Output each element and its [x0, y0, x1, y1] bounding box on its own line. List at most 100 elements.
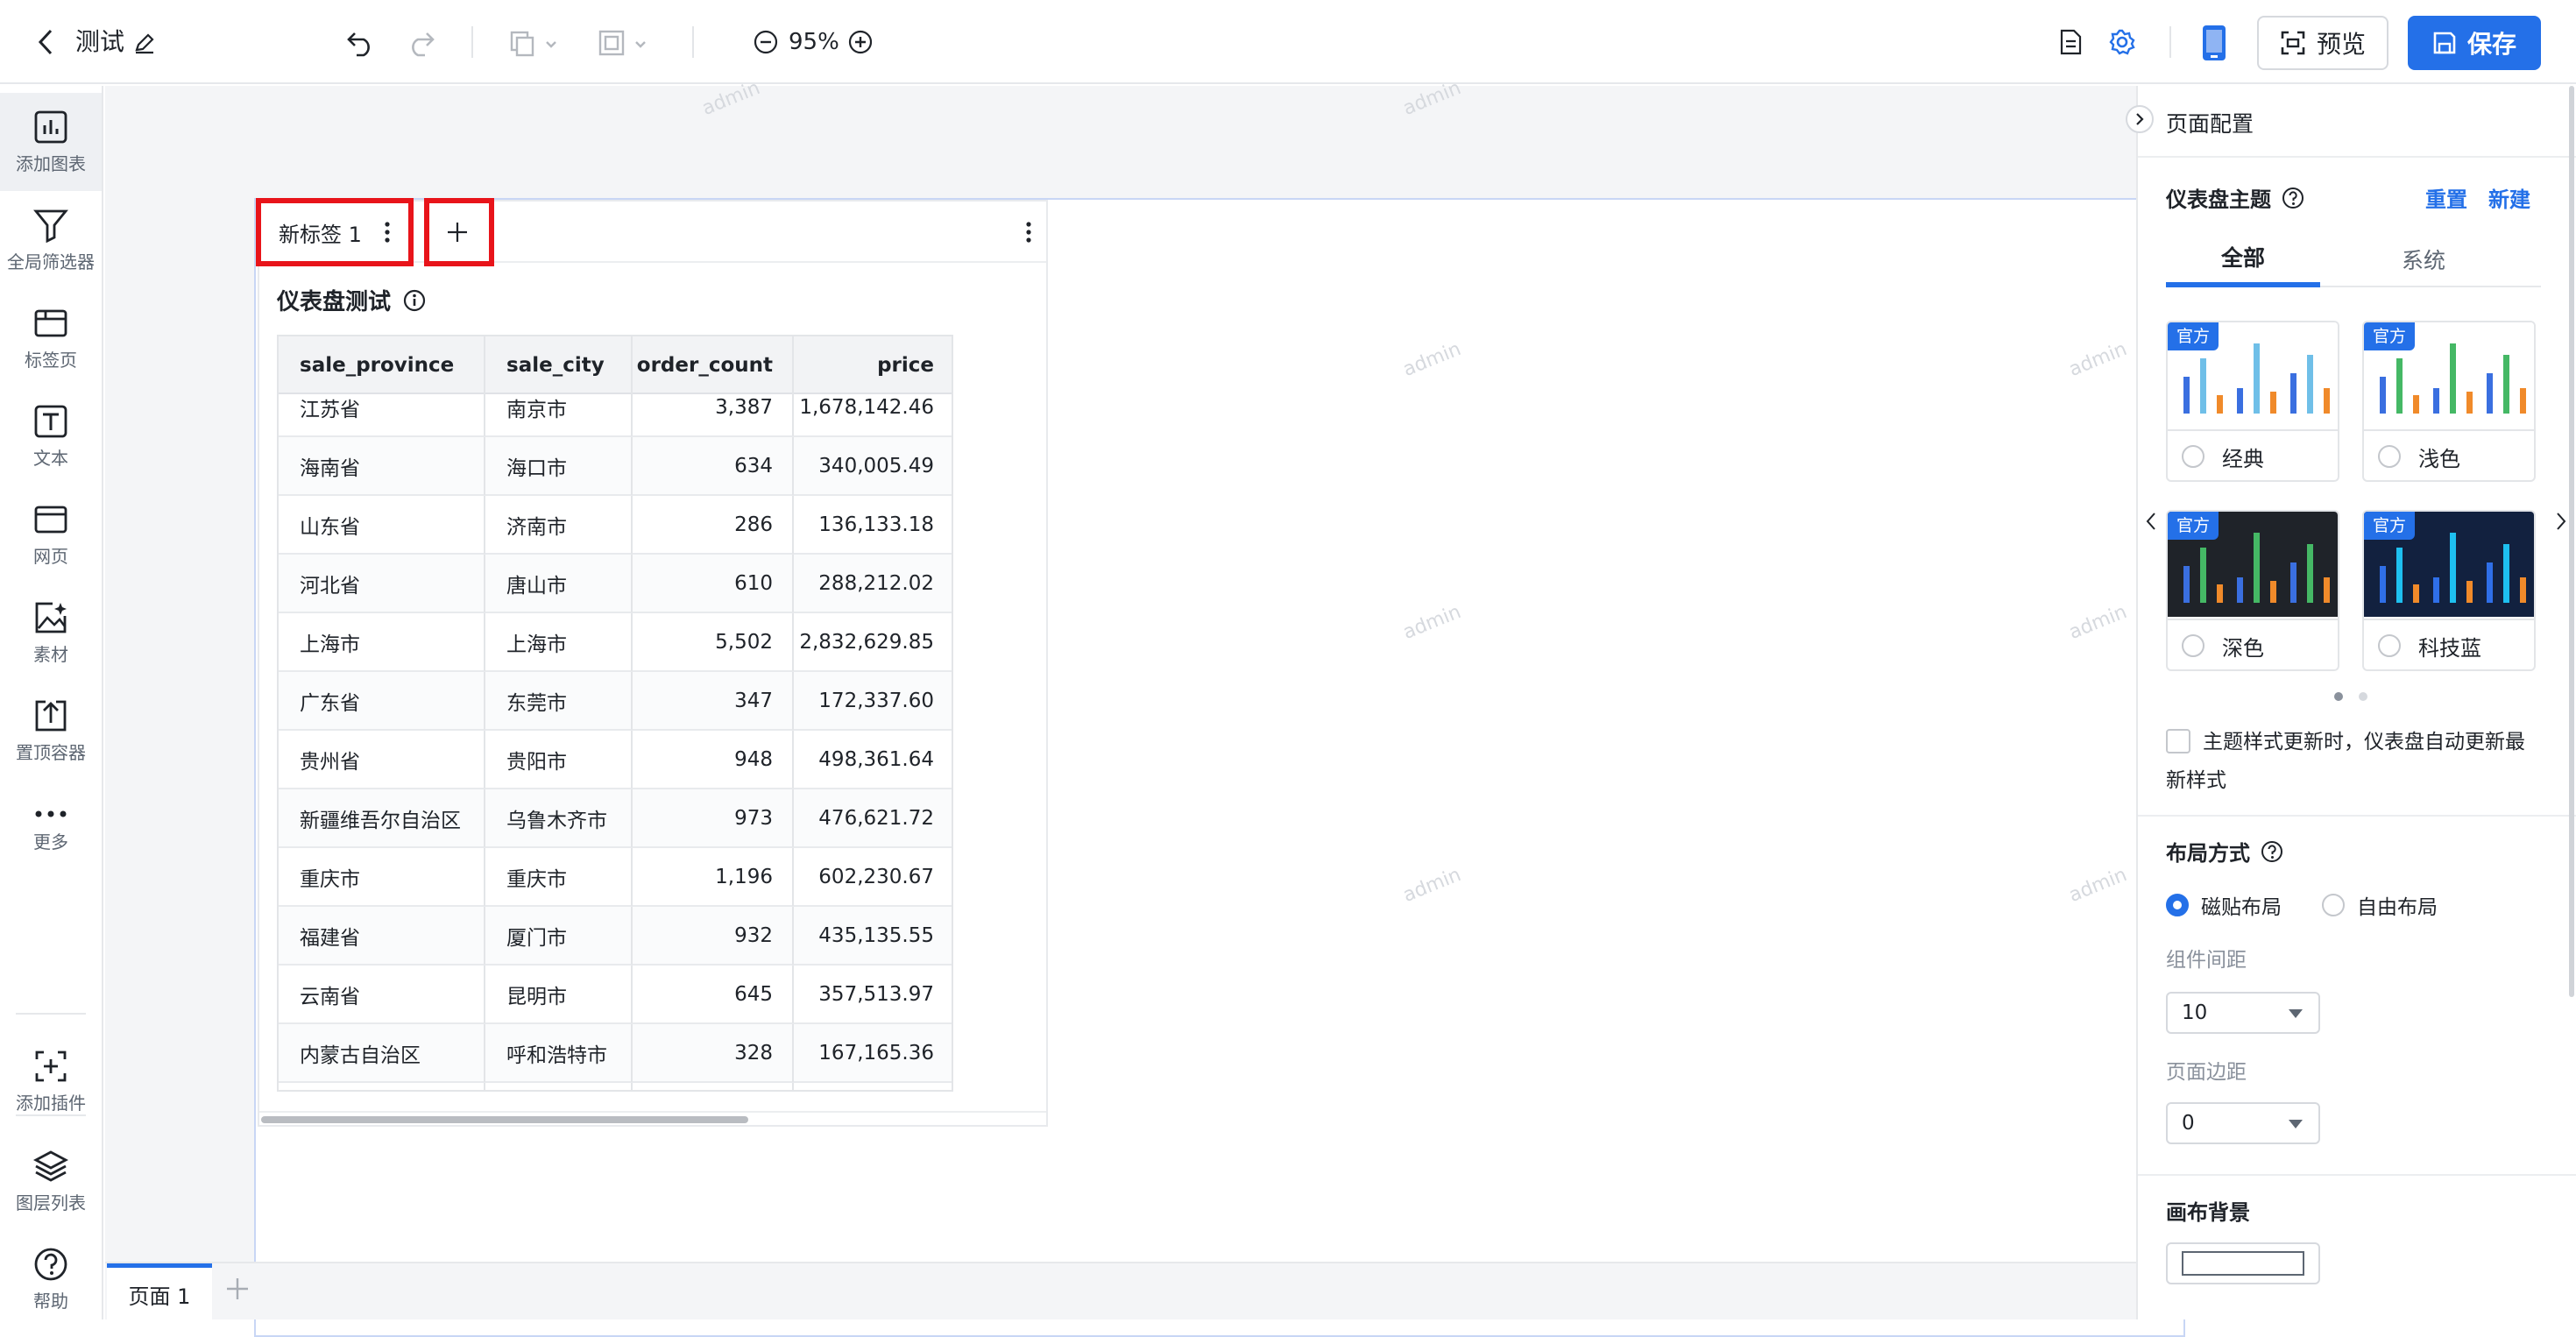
layout-option-tile[interactable]: 磁贴布局: [2166, 890, 2282, 920]
reset-theme-link[interactable]: 重置: [2425, 182, 2467, 213]
table-row[interactable]: 云南省 昆明市 645 357,513.97: [279, 966, 952, 1024]
table-cell: 上海市: [279, 613, 485, 671]
widget-more-icon[interactable]: [1025, 221, 1032, 244]
table-cell: 江苏省: [279, 378, 485, 436]
top-toolbar: 测试 95% 预览 保存: [0, 0, 2576, 84]
left-sidebar: 添加图表 全局筛选器 标签页 文本 网页 素材 置顶容器 更多 添加插件 图层列…: [0, 86, 103, 1319]
theme-card[interactable]: 官方 浅色: [2362, 321, 2536, 482]
theme-footer: 经典: [2168, 429, 2338, 480]
panel-scrollbar[interactable]: [2569, 86, 2574, 997]
undo-icon[interactable]: [343, 26, 379, 61]
redo-icon[interactable]: [403, 26, 438, 61]
sidebar-item-global-filter[interactable]: 全局筛选器: [0, 191, 102, 289]
theme-card[interactable]: 官方 科技蓝: [2362, 510, 2536, 671]
theme-radio[interactable]: [2378, 445, 2401, 468]
table-row[interactable]: 海南省 海口市 634 340,005.49: [279, 437, 952, 496]
theme-preview-bar: [2396, 358, 2403, 414]
auto-update-text: 主题样式更新时，仪表盘自动更新最: [2203, 731, 2525, 753]
tab-container-widget[interactable]: 新标签 1 仪表盘测试 sale_province sale_city orde…: [256, 198, 1048, 1127]
carousel-prev-icon[interactable]: [2145, 512, 2157, 531]
tab-all[interactable]: 全部: [2166, 231, 2320, 287]
dashboard-canvas[interactable]: admin admin admin admin admin admin admi…: [105, 77, 2219, 1337]
table-row[interactable]: 重庆市 重庆市 1,196 602,230.67: [279, 848, 952, 907]
table-row[interactable]: 新疆维吾尔自治区 乌鲁木齐市 973 476,621.72: [279, 789, 952, 848]
layout-option-free[interactable]: 自由布局: [2322, 890, 2438, 920]
theme-preview-bar: [2380, 566, 2386, 603]
carousel-next-icon[interactable]: [2555, 512, 2567, 531]
table-row[interactable]: 内蒙古自治区 呼和浩特市 328 167,165.36: [279, 1024, 952, 1083]
carousel-dot[interactable]: [2359, 692, 2367, 701]
edit-pencil-icon[interactable]: [131, 30, 158, 56]
official-badge: 官方: [2364, 322, 2416, 350]
zoom-out-icon[interactable]: [752, 28, 780, 56]
chart-icon: [34, 110, 67, 143]
table-row[interactable]: 河北省 唐山市 610 288,212.02: [279, 555, 952, 613]
sidebar-item-webpage[interactable]: 网页: [0, 485, 102, 584]
document-info-icon[interactable]: [2056, 26, 2087, 58]
info-icon[interactable]: [403, 289, 426, 312]
theme-card[interactable]: 官方 经典: [2166, 321, 2339, 482]
theme-radio[interactable]: [2378, 634, 2401, 657]
table-row[interactable]: 福建省 厦门市 932 435,135.55: [279, 907, 952, 966]
sidebar-item-layers[interactable]: 图层列表: [0, 1132, 102, 1230]
layers-icon: [33, 1150, 68, 1182]
table-row[interactable]: 广东省 东莞市 347 172,337.60: [279, 672, 952, 731]
carousel-dot-active[interactable]: [2334, 692, 2343, 701]
save-label: 保存: [2466, 30, 2516, 59]
dashboard-title[interactable]: 测试: [75, 25, 124, 60]
panel-divider: [2138, 156, 2576, 158]
table-row[interactable]: 江苏省 南京市 3,387 1,678,142.46: [279, 378, 952, 437]
plugin-icon: [35, 1050, 67, 1081]
add-page-icon[interactable]: [224, 1276, 251, 1302]
theme-preview-bar: [2237, 388, 2243, 414]
zoom-in-icon[interactable]: [846, 28, 874, 56]
background-color-picker[interactable]: [2166, 1242, 2320, 1284]
theme-preview-bar: [2270, 581, 2276, 603]
theme-radio[interactable]: [2182, 445, 2204, 468]
back-arrow-icon[interactable]: [30, 26, 61, 58]
save-button[interactable]: 保存: [2408, 16, 2541, 70]
preview-button[interactable]: 预览: [2257, 16, 2388, 70]
table-cell: 948: [633, 731, 794, 789]
margin-select[interactable]: 0: [2166, 1102, 2320, 1144]
copy-dropdown-icon[interactable]: [506, 26, 564, 61]
align-dropdown-icon[interactable]: [596, 26, 654, 61]
sidebar-item-add-chart[interactable]: 添加图表: [0, 93, 102, 191]
collapse-panel-button[interactable]: [2126, 105, 2154, 133]
table-row[interactable]: 上海市 上海市 5,502 2,832,629.85: [279, 613, 952, 672]
sidebar-item-help[interactable]: 帮助: [0, 1230, 102, 1328]
pin-container-icon: [35, 700, 67, 731]
help-icon[interactable]: [2261, 840, 2283, 863]
data-table[interactable]: sale_province sale_city order_count pric…: [277, 335, 953, 1092]
sidebar-item-text[interactable]: 文本: [0, 387, 102, 485]
theme-preview: 官方: [2364, 322, 2534, 428]
radio-selected[interactable]: [2166, 894, 2189, 916]
table-cell: 唐山市: [485, 555, 633, 612]
table-row[interactable]: [279, 1083, 952, 1090]
radio-unselected[interactable]: [2322, 894, 2345, 916]
tab-system[interactable]: 系统: [2346, 231, 2501, 287]
auto-update-checkbox[interactable]: [2166, 729, 2190, 753]
sidebar-item-pin-container[interactable]: 置顶容器: [0, 682, 102, 780]
theme-preview-bar: [2200, 548, 2206, 603]
page-tab-1[interactable]: 页面 1: [107, 1263, 212, 1321]
sidebar-item-material[interactable]: 素材: [0, 584, 102, 682]
gap-select[interactable]: 10: [2166, 992, 2320, 1034]
theme-preview-bar: [2466, 581, 2473, 603]
theme-radio[interactable]: [2182, 634, 2204, 657]
panel-title: 页面配置: [2166, 111, 2254, 137]
settings-gear-icon[interactable]: [2106, 26, 2138, 58]
table-cell: 乌鲁木齐市: [485, 789, 633, 847]
table-row[interactable]: 山东省 济南市 286 136,133.18: [279, 496, 952, 555]
sidebar-item-more[interactable]: 更多: [0, 780, 102, 878]
sidebar-item-tab-page[interactable]: 标签页: [0, 289, 102, 387]
theme-card[interactable]: 官方 深色: [2166, 510, 2339, 671]
theme-preview-bar: [2413, 584, 2419, 603]
table-horizontal-scrollbar[interactable]: [261, 1116, 748, 1123]
mobile-view-icon[interactable]: [2199, 23, 2229, 63]
new-theme-link[interactable]: 新建: [2488, 182, 2530, 213]
gap-value: 10: [2182, 1001, 2208, 1024]
table-row[interactable]: 贵州省 贵阳市 948 498,361.64: [279, 731, 952, 789]
help-icon[interactable]: [2282, 187, 2304, 209]
more-icon: [35, 810, 67, 817]
